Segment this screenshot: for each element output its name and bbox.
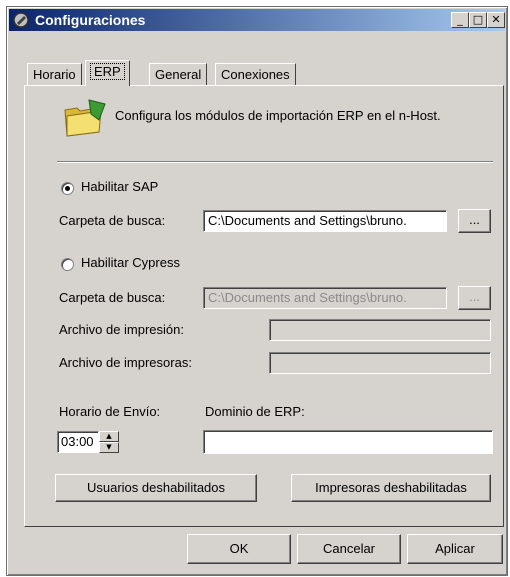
printers-file-label: Archivo de impresoras: — [59, 355, 192, 370]
print-file-input[interactable] — [269, 319, 491, 341]
sap-browse-button[interactable]: ... — [458, 209, 491, 233]
window-title: Configuraciones — [35, 12, 146, 28]
tab-erp-label: ERP — [90, 63, 125, 80]
minimize-button[interactable]: _ — [451, 12, 469, 28]
erp-domain-input[interactable] — [203, 430, 493, 454]
maximize-button[interactable]: □ — [469, 12, 487, 28]
send-time-label: Horario de Envío: — [59, 404, 161, 419]
tab-horario[interactable]: Horario — [27, 63, 82, 86]
sap-folder-label: Carpeta de busca: — [59, 213, 166, 228]
spin-down-button[interactable]: ▼ — [99, 442, 119, 453]
app-icon — [13, 12, 29, 28]
tab-horario-label: Horario — [33, 67, 76, 82]
tab-conexiones-label: Conexiones — [221, 67, 290, 82]
title-bar[interactable]: Configuraciones _ □ ✕ — [9, 9, 505, 31]
cypress-folder-input[interactable]: C:\Documents and Settings\bruno. — [203, 287, 447, 309]
habilitar-cypress-radio[interactable] — [61, 258, 74, 271]
erp-domain-label: Dominio de ERP: — [205, 404, 305, 419]
printers-file-input[interactable] — [269, 352, 491, 374]
habilitar-sap-label[interactable]: Habilitar SAP — [81, 179, 158, 194]
separator — [57, 161, 493, 163]
folder-icon — [64, 99, 106, 137]
habilitar-sap-radio[interactable] — [61, 182, 74, 195]
ok-button[interactable]: OK — [187, 534, 291, 564]
erp-tab-panel: Configura los módulos de importación ERP… — [24, 85, 504, 527]
spin-up-button[interactable]: ▲ — [99, 431, 119, 442]
apply-button[interactable]: Aplicar — [407, 534, 503, 564]
sap-folder-input[interactable]: C:\Documents and Settings\bruno. — [203, 210, 447, 232]
print-file-label: Archivo de impresión: — [59, 322, 184, 337]
cypress-browse-button[interactable]: ... — [458, 286, 491, 310]
habilitar-cypress-label[interactable]: Habilitar Cypress — [81, 255, 180, 270]
close-button[interactable]: ✕ — [487, 12, 505, 28]
send-time-input[interactable]: 03:00 — [57, 431, 99, 453]
radio-selected-dot — [65, 186, 70, 191]
tab-general[interactable]: General — [149, 63, 208, 86]
disabled-printers-button[interactable]: Impresoras deshabilitadas — [291, 474, 491, 502]
configuraciones-window: Configuraciones _ □ ✕ Horario ERP Genera… — [6, 6, 508, 576]
cancel-button[interactable]: Cancelar — [297, 534, 401, 564]
erp-description: Configura los módulos de importación ERP… — [115, 108, 441, 123]
tab-erp[interactable]: ERP — [85, 60, 130, 86]
disabled-users-button[interactable]: Usuarios deshabilitados — [55, 474, 257, 502]
tab-general-label: General — [155, 67, 202, 82]
cypress-folder-label: Carpeta de busca: — [59, 290, 166, 305]
tab-conexiones[interactable]: Conexiones — [215, 63, 296, 86]
